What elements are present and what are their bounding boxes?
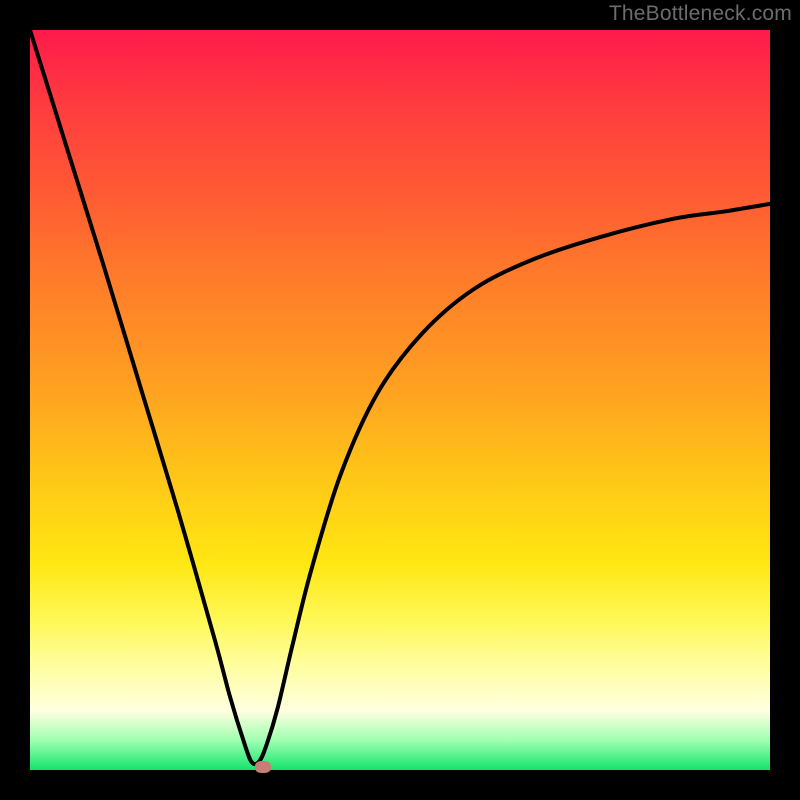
plot-area	[30, 30, 770, 770]
minimum-marker	[255, 761, 271, 773]
chart-frame: TheBottleneck.com	[0, 0, 800, 800]
bottleneck-curve	[30, 30, 770, 764]
curve-svg	[30, 30, 770, 770]
watermark-text: TheBottleneck.com	[609, 2, 792, 26]
